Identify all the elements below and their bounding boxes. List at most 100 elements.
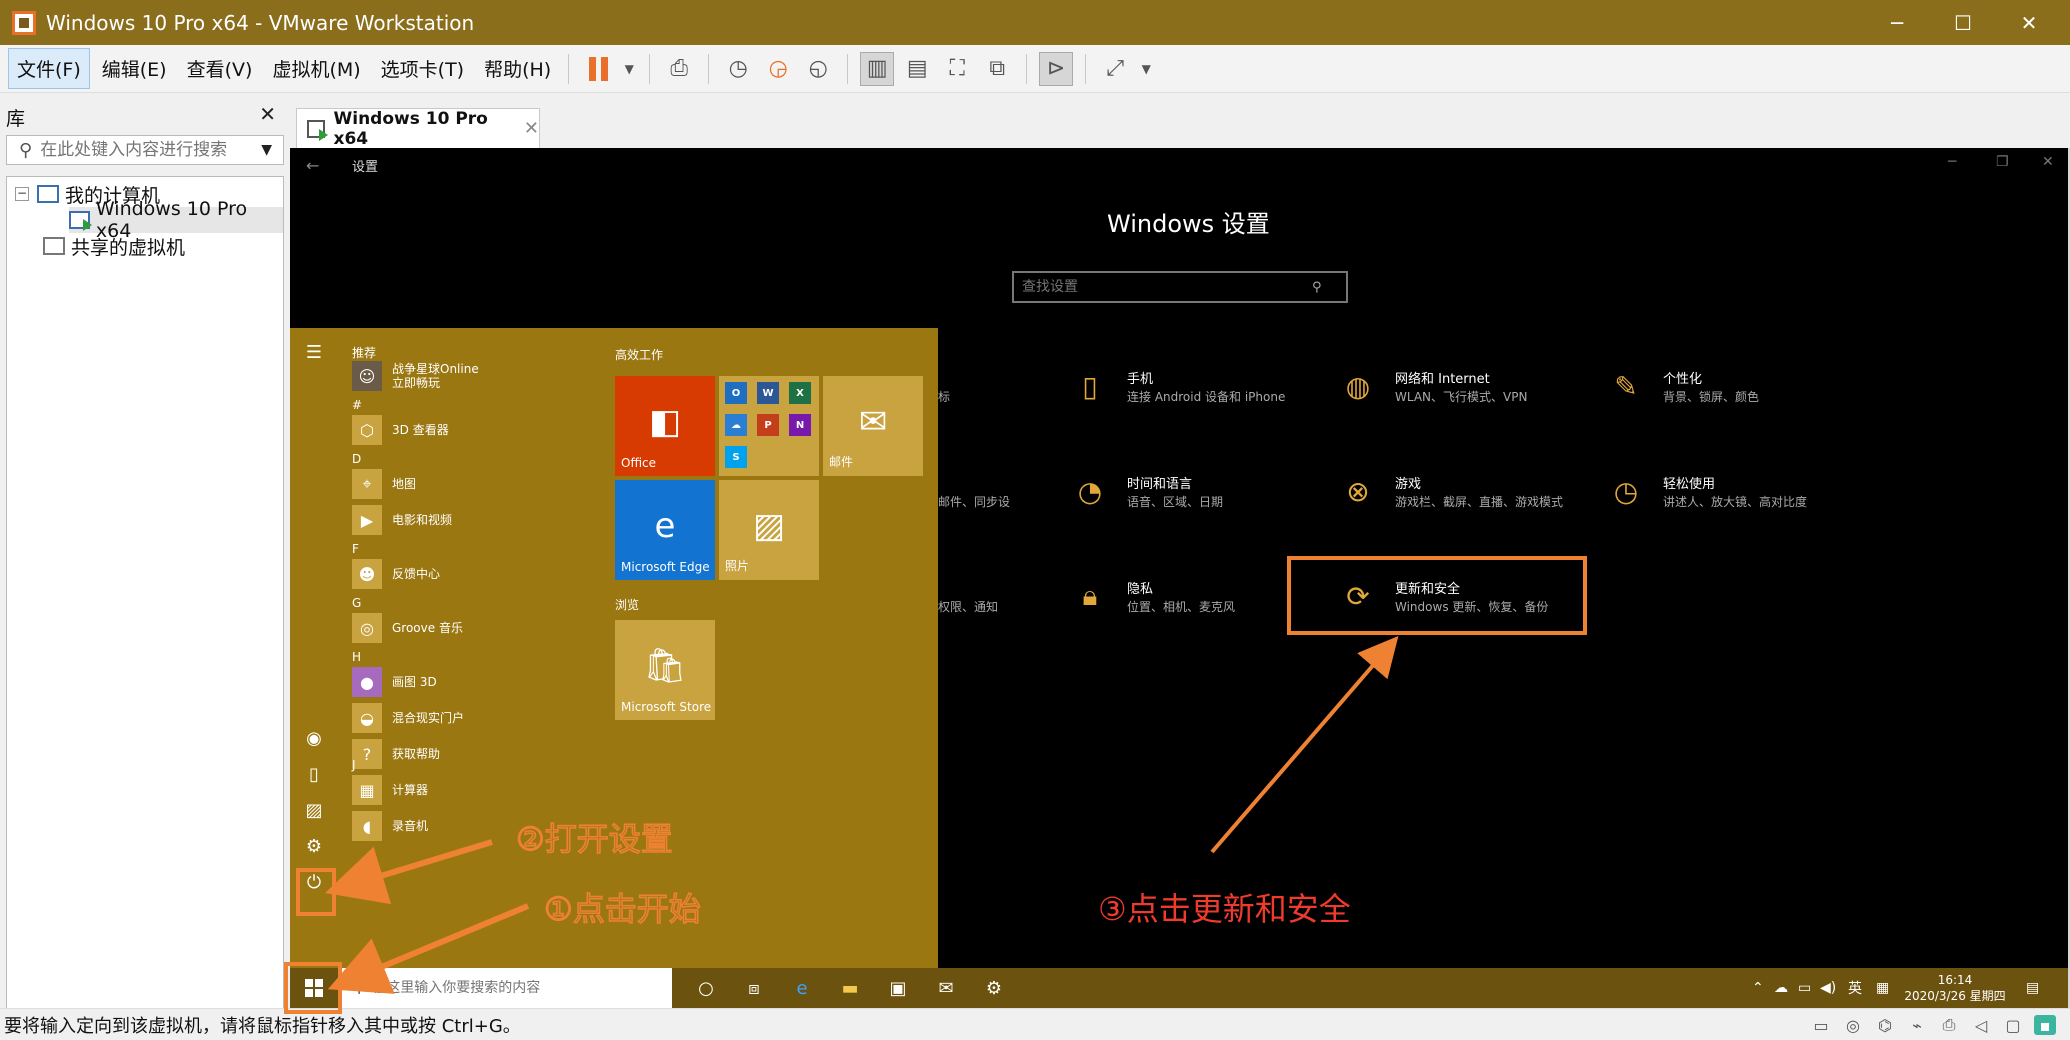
settings-item-phone[interactable]: ▯ 手机 连接 Android 设备和 iPhone — [1072, 366, 1342, 426]
app-get-help[interactable]: ? 获取帮助 — [352, 738, 440, 770]
maximize-button[interactable]: ☐ — [1928, 0, 1998, 45]
app-movies[interactable]: ▶ 电影和视频 — [352, 504, 452, 536]
settings-minimize-icon[interactable]: ─ — [1948, 154, 1956, 170]
app-game[interactable]: ☺ 战争星球Online 立即畅玩 — [352, 360, 479, 392]
store-taskbar-icon[interactable]: ▣ — [884, 974, 912, 1002]
app-paint3d[interactable]: ● 画图 3D — [352, 666, 437, 698]
annotation-step1: ①点击开始 — [543, 889, 701, 929]
documents-icon[interactable]: ▯ — [302, 764, 326, 788]
send-ctrl-alt-del-icon[interactable]: ⎙ — [662, 52, 696, 86]
app-3d-viewer[interactable]: ⬡ 3D 查看器 — [352, 414, 449, 446]
highlight-settings-gear — [296, 868, 336, 916]
pictures-icon[interactable]: ▨ — [302, 800, 326, 824]
tile-photos[interactable]: ▨ 照片 — [719, 480, 819, 580]
tile-office[interactable]: ◧ Office — [615, 376, 715, 476]
back-arrow-icon[interactable]: ← — [306, 156, 319, 175]
settings-search-box[interactable]: ⚲ — [1012, 271, 1348, 303]
network-tray-icon[interactable]: ▭ — [1798, 968, 1811, 1008]
settings-gear-icon[interactable]: ⚙ — [302, 836, 326, 860]
taskbar-clock[interactable]: 16:14 2020/3/26 星期四 — [1900, 972, 2010, 1004]
settings-search-input[interactable] — [1022, 279, 1312, 295]
library-search-input[interactable] — [40, 140, 256, 160]
tile-edge[interactable]: e Microsoft Edge — [615, 480, 715, 580]
search-dropdown-icon[interactable]: ▼ — [261, 142, 272, 158]
app-groove[interactable]: ◎ Groove 音乐 — [352, 612, 463, 644]
taskbar-search-box[interactable]: ⚲ — [338, 968, 672, 1008]
app-name: 获取帮助 — [392, 747, 441, 761]
snapshot-manager-icon[interactable]: ◵ — [801, 52, 835, 86]
item-desc: WLAN、飞行模式、VPN — [1395, 390, 1528, 404]
app-name-line1: 战争星球Online — [392, 362, 479, 376]
sound-icon[interactable]: ◁ — [1970, 1015, 1992, 1035]
menu-edit[interactable]: 编辑(E) — [94, 49, 175, 88]
clock-time: 16:14 — [1937, 973, 1973, 987]
library-search-box[interactable]: ⚲ ▼ — [6, 135, 284, 165]
snapshot-icon[interactable]: ◷ — [721, 52, 755, 86]
usb-icon[interactable]: ⌁ — [1906, 1015, 1928, 1035]
cortana-icon[interactable]: ○ — [692, 974, 720, 1002]
pause-dropdown-icon[interactable]: ▼ — [621, 52, 637, 86]
app-feedback[interactable]: ☻ 反馈中心 — [352, 558, 440, 590]
settings-item-ease-of-access[interactable]: ◷ 轻松使用 讲述人、放大镜、高对比度 — [1608, 471, 1878, 531]
harddisk-icon[interactable]: ▭ — [1810, 1015, 1832, 1035]
console-view-icon[interactable]: ⊳ — [1039, 51, 1074, 86]
tab-close-icon[interactable]: ✕ — [524, 118, 539, 139]
library-close-icon[interactable]: ✕ — [259, 102, 276, 126]
user-avatar-icon[interactable]: ◉ — [302, 728, 326, 752]
tile-mail[interactable]: ✉ 邮件 — [823, 376, 923, 476]
ime-indicator[interactable]: 英 — [1848, 968, 1862, 1008]
library-view-icon[interactable]: ▥ — [860, 51, 895, 86]
revert-snapshot-icon[interactable]: ◶ — [761, 52, 795, 86]
app-calculator[interactable]: ▦ 计算器 — [352, 774, 428, 806]
settings-item-time-language[interactable]: ◔ 时间和语言 语音、区域、日期 — [1072, 471, 1342, 531]
menu-file[interactable]: 文件(F) — [8, 48, 90, 89]
action-center-icon[interactable]: ▤ — [2026, 968, 2039, 1008]
highlight-start-button — [284, 962, 342, 1014]
tree-item-shared-vms[interactable]: 共享的虚拟机 — [43, 233, 185, 259]
unity-icon[interactable]: ⧉ — [980, 52, 1014, 86]
item-name: 时间和语言 — [1127, 477, 1193, 492]
printer-icon[interactable]: ⎙ — [1938, 1015, 1960, 1035]
settings-item-gaming[interactable]: ⊗ 游戏 游戏栏、截屏、直播、游戏模式 — [1340, 471, 1610, 531]
menu-vm[interactable]: 虚拟机(M) — [264, 49, 368, 88]
collapse-icon[interactable]: − — [15, 187, 29, 201]
menu-view[interactable]: 查看(V) — [179, 49, 261, 88]
app-recorder[interactable]: ◖ 录音机 — [352, 810, 428, 842]
thumbnail-bar-icon[interactable]: ▤ — [900, 52, 934, 86]
message-icon[interactable]: ▪ — [2034, 1015, 2056, 1035]
minimize-button[interactable]: ─ — [1862, 0, 1932, 45]
settings-item-network[interactable]: ◍ 网络和 Internet WLAN、飞行模式、VPN — [1340, 366, 1610, 426]
stretch-dropdown-icon[interactable]: ▼ — [1138, 52, 1154, 86]
app-maps[interactable]: ⌖ 地图 — [352, 468, 416, 500]
stretch-icon[interactable]: ⤢ — [1098, 52, 1132, 86]
menu-tabs[interactable]: 选项卡(T) — [373, 49, 472, 88]
onedrive-tray-icon[interactable]: ☁ — [1774, 968, 1788, 1008]
cdrom-icon[interactable]: ◎ — [1842, 1015, 1864, 1035]
hamburger-menu-icon[interactable]: ☰ — [302, 342, 326, 366]
settings-close-icon[interactable]: ✕ — [2042, 154, 2054, 170]
task-view-icon[interactable]: ⧈ — [740, 974, 768, 1002]
settings-item-personalization[interactable]: ✎ 个性化 背景、锁屏、颜色 — [1608, 366, 1878, 426]
globe-icon: ◍ — [1345, 369, 1371, 403]
taskbar-search-input[interactable] — [372, 980, 653, 996]
display-icon[interactable]: ▢ — [2002, 1015, 2024, 1035]
settings-restore-icon[interactable]: ❐ — [1996, 154, 2009, 170]
tray-overflow-icon[interactable]: ⌃ — [1752, 968, 1764, 1008]
tree-item-vm[interactable]: Windows 10 Pro x64 — [69, 198, 283, 242]
fullscreen-icon[interactable]: ⛶ — [940, 52, 974, 86]
settings-taskbar-icon[interactable]: ⚙ — [980, 974, 1008, 1002]
tile-store[interactable]: 🛍︎ Microsoft Store — [615, 620, 715, 720]
mail-taskbar-icon[interactable]: ✉ — [932, 974, 960, 1002]
volume-tray-icon[interactable]: ◀) — [1820, 968, 1836, 1008]
tile-office-apps-folder[interactable]: O W X ☁ P N S — [719, 376, 819, 476]
file-explorer-icon[interactable]: ▬ — [836, 974, 864, 1002]
vm-tab[interactable]: Windows 10 Pro x64 ✕ — [296, 108, 540, 149]
network-adapter-icon[interactable]: ⌬ — [1874, 1015, 1896, 1035]
vm-screen[interactable]: ← 设置 ─ ❐ ✕ Windows 设置 ⚲ 标 邮件、同步设 权限、通知 ▯… — [290, 148, 2070, 1008]
pause-icon[interactable] — [581, 52, 615, 86]
menu-help[interactable]: 帮助(H) — [476, 49, 559, 88]
close-button[interactable]: ✕ — [1994, 0, 2064, 45]
app-mixed-reality[interactable]: ◒ 混合现实门户 — [352, 702, 464, 734]
edge-taskbar-icon[interactable]: e — [788, 974, 816, 1002]
ime-mode-icon[interactable]: ▦ — [1876, 968, 1889, 1008]
